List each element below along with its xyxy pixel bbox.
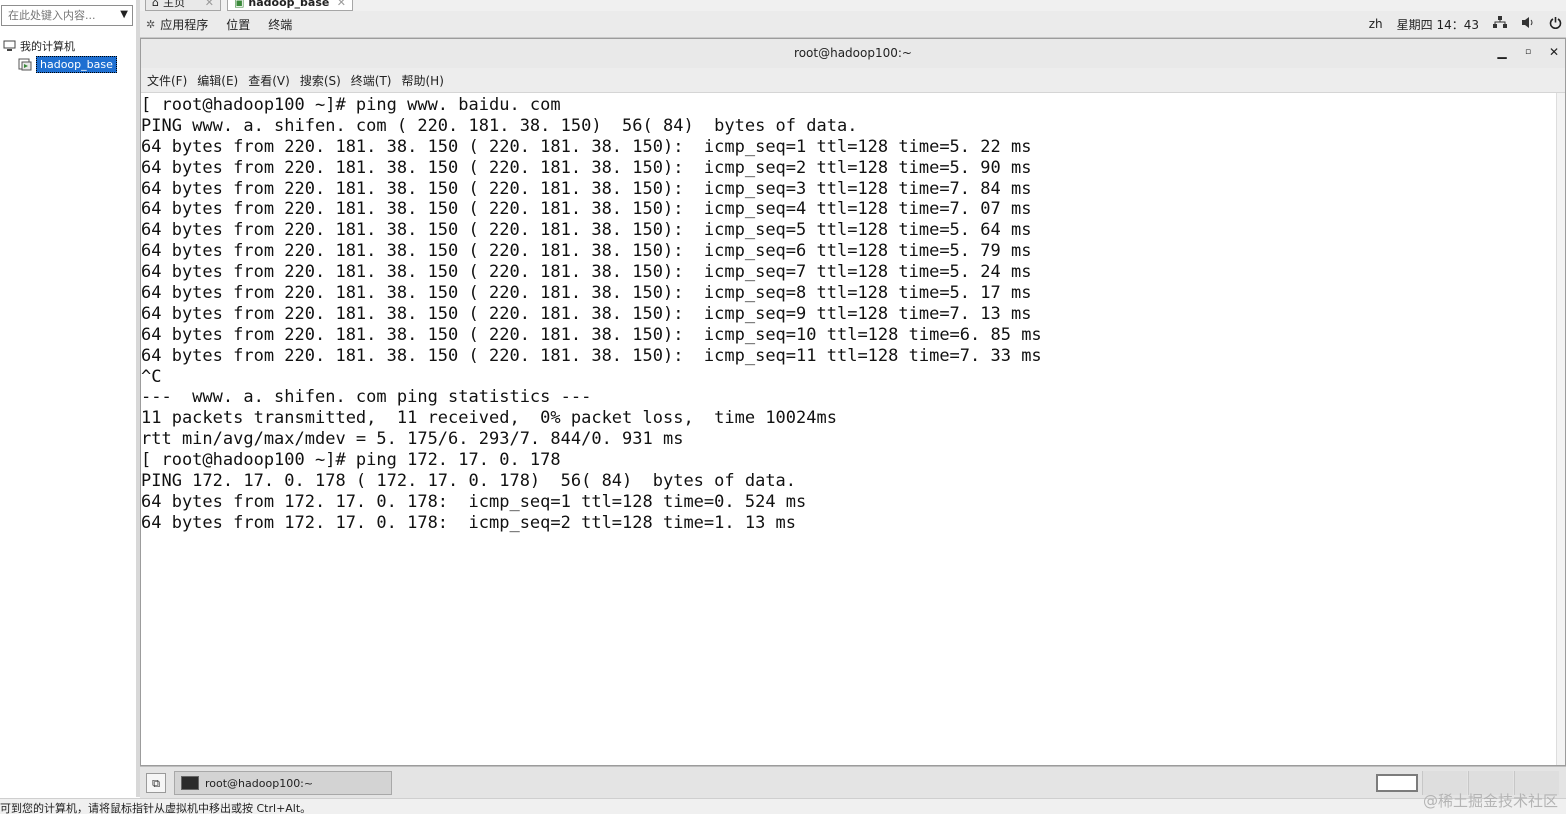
clock[interactable]: 星期四 14：43 (1397, 16, 1479, 33)
terminal-line: 64 bytes from 220. 181. 38. 150 ( 220. 1… (141, 157, 1032, 178)
tree-item-my-computer[interactable]: 我的计算机 (2, 37, 75, 55)
library-search-input[interactable] (2, 6, 118, 24)
menu-help[interactable]: 帮助(H) (402, 72, 444, 89)
menu-terminal[interactable]: 终端(T) (351, 72, 392, 89)
library-panel: ▼ 我的计算机 hadoop_base (0, 0, 137, 797)
close-icon[interactable]: ✕ (337, 0, 346, 9)
vm-tab-strip: ⌂ 主页 ✕ ▣ hadoop_base ✕ (140, 0, 1566, 11)
terminal-line: 64 bytes from 172. 17. 0. 178: icmp_seq=… (141, 491, 807, 512)
terminal-line: 64 bytes from 220. 181. 38. 150 ( 220. 1… (141, 324, 1042, 345)
terminal-line: PING www. a. shifen. com ( 220. 181. 38.… (141, 115, 858, 136)
library-search-box[interactable]: ▼ (1, 5, 133, 26)
vm-icon: ▣ (234, 0, 245, 9)
taskbar-window-label: root@hadoop100:~ (205, 776, 314, 790)
terminal-line: 64 bytes from 220. 181. 38. 150 ( 220. 1… (141, 262, 1032, 283)
gnome-top-panel: ✲ 应用程序 位置 终端 zh 星期四 14：43 (140, 11, 1566, 38)
watermark: @稀土掘金技术社区 (1422, 792, 1558, 810)
tab-label: hadoop_base (248, 0, 330, 9)
terminal-line: 64 bytes from 220. 181. 38. 150 ( 220. 1… (141, 241, 1032, 262)
show-desktop-icon[interactable]: ⧉ (146, 773, 166, 793)
terminal-line: --- www. a. shifen. com ping statistics … (141, 387, 592, 408)
terminal-line: 64 bytes from 220. 181. 38. 150 ( 220. 1… (141, 199, 1032, 220)
tree-item-label: 我的计算机 (20, 40, 75, 53)
menu-search[interactable]: 搜索(S) (300, 72, 341, 89)
terminal-line: 64 bytes from 220. 181. 38. 150 ( 220. 1… (141, 345, 1042, 366)
network-icon[interactable] (1493, 16, 1507, 32)
applications-menu[interactable]: ✲ 应用程序 (146, 16, 208, 33)
power-icon[interactable] (1549, 16, 1562, 32)
tree-item-label: hadoop_base (36, 55, 117, 73)
chevron-down-icon[interactable]: ▼ (120, 9, 128, 20)
panel-status-area: zh 星期四 14：43 (1355, 11, 1562, 37)
terminal-line: 64 bytes from 172. 17. 0. 178: icmp_seq=… (141, 512, 797, 533)
terminal-line: 11 packets transmitted, 11 received, 0% … (141, 408, 837, 429)
menu-file[interactable]: 文件(F) (147, 72, 187, 89)
tree-item-hadoop-base[interactable]: hadoop_base (18, 55, 117, 73)
input-method-indicator[interactable]: zh (1369, 17, 1383, 31)
guest-taskbar: ⧉ root@hadoop100:~ (140, 766, 1566, 799)
volume-icon[interactable] (1521, 16, 1535, 32)
terminal-line: 64 bytes from 220. 181. 38. 150 ( 220. 1… (141, 220, 1032, 241)
computer-icon (2, 39, 16, 53)
terminal-line: 64 bytes from 220. 181. 38. 150 ( 220. 1… (141, 136, 1032, 157)
tab-hadoop-base[interactable]: ▣ hadoop_base ✕ (227, 0, 353, 11)
terminal-scrollbar[interactable] (1556, 93, 1565, 765)
terminal-line: 64 bytes from 220. 181. 38. 150 ( 220. 1… (141, 303, 1032, 324)
vm-icon (18, 57, 32, 71)
status-bar: 可到您的计算机，请将鼠标指针从虚拟机中移出或按 Ctrl+Alt。 @稀土掘金技… (0, 792, 1566, 815)
terminal-titlebar[interactable]: root@hadoop100:~ ▁ ▫ ✕ (141, 39, 1565, 69)
terminal-line: [ root@hadoop100 ~]# ping www. baidu. co… (141, 95, 561, 115)
terminal-menu[interactable]: 终端 (268, 16, 292, 33)
tab-label: 主页 (162, 0, 185, 9)
menu-view[interactable]: 查看(V) (248, 72, 290, 89)
maximize-icon[interactable]: ▫ (1521, 45, 1535, 59)
menu-edit[interactable]: 编辑(E) (197, 72, 238, 89)
places-menu[interactable]: 位置 (226, 16, 250, 33)
close-icon[interactable]: ✕ (1547, 45, 1561, 59)
taskbar-window-button[interactable]: root@hadoop100:~ (174, 771, 392, 795)
terminal-line: [ root@hadoop100 ~]# ping 172. 17. 0. 17… (141, 450, 561, 471)
terminal-icon (181, 776, 199, 790)
window-title: root@hadoop100:~ (794, 46, 912, 60)
minimize-icon[interactable]: ▁ (1495, 45, 1509, 59)
terminal-line: PING 172. 17. 0. 178 ( 172. 17. 0. 178) … (141, 471, 797, 492)
terminal-line: 64 bytes from 220. 181. 38. 150 ( 220. 1… (141, 283, 1032, 304)
terminal-line: 64 bytes from 220. 181. 38. 150 ( 220. 1… (141, 178, 1032, 199)
tab-home[interactable]: ⌂ 主页 ✕ (145, 0, 221, 11)
gnome-foot-icon: ✲ (146, 17, 156, 31)
applications-label: 应用程序 (160, 17, 209, 32)
terminal-line: rtt min/avg/max/mdev = 5. 175/6. 293/7. … (141, 429, 684, 450)
terminal-menubar: 文件(F) 编辑(E) 查看(V) 搜索(S) 终端(T) 帮助(H) (141, 68, 1565, 93)
terminal-window: root@hadoop100:~ ▁ ▫ ✕ 文件(F) 编辑(E) 查看(V)… (140, 38, 1566, 766)
close-icon[interactable]: ✕ (205, 0, 214, 9)
home-icon: ⌂ (152, 0, 159, 9)
workspace-1[interactable] (1376, 774, 1418, 792)
status-text: 可到您的计算机，请将鼠标指针从虚拟机中移出或按 Ctrl+Alt。 (0, 802, 312, 815)
terminal-line: ^C (141, 366, 162, 387)
terminal-output[interactable]: [ root@hadoop100 ~]# ping www. baidu. co… (141, 93, 1557, 765)
